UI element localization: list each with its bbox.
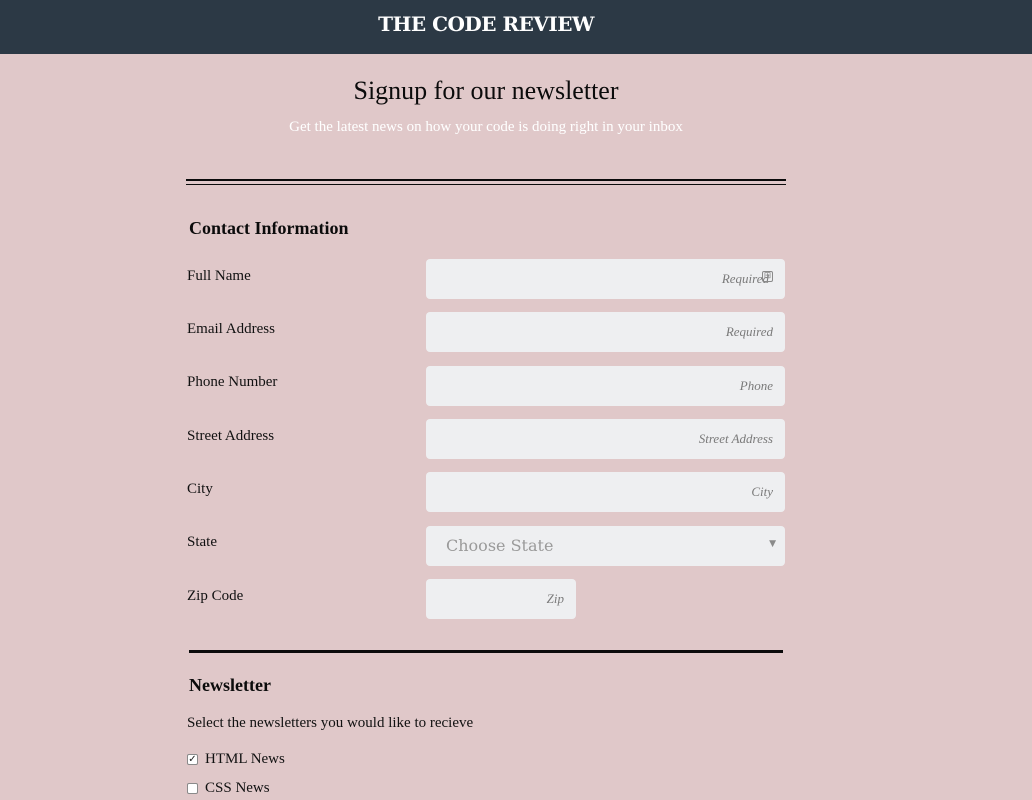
html-news-label[interactable]: HTML News — [205, 751, 285, 768]
page-subtitle: Get the latest news on how your code is … — [289, 119, 683, 135]
top-header: THE CODE REVIEW — [0, 0, 1032, 54]
brand-title[interactable]: THE CODE REVIEW — [0, 12, 972, 36]
full-name-label: Full Name — [187, 268, 251, 284]
page-title: Signup for our newsletter — [353, 76, 619, 105]
state-selected-value: Choose State — [446, 536, 554, 555]
street-input[interactable]: Street Address — [426, 419, 785, 459]
section-divider-top — [186, 179, 786, 181]
phone-input[interactable]: Phone — [426, 366, 785, 406]
email-label: Email Address — [187, 321, 275, 337]
zip-input[interactable]: Zip — [426, 579, 576, 619]
street-placeholder: Street Address — [698, 431, 773, 446]
street-label: Street Address — [187, 428, 275, 444]
zip-label: Zip Code — [187, 588, 244, 604]
css-news-label[interactable]: CSS News — [205, 780, 270, 797]
phone-placeholder: Phone — [739, 378, 773, 393]
section-divider — [189, 650, 783, 653]
chevron-down-icon: ▼ — [769, 539, 776, 549]
section-divider-top-thin — [186, 184, 786, 185]
newsletter-prompt: Select the newsletters you would like to… — [187, 715, 474, 731]
zip-placeholder: Zip — [546, 591, 564, 606]
css-news-checkbox[interactable] — [187, 783, 198, 794]
phone-label: Phone Number — [187, 374, 278, 390]
contact-section-title: Contact Information — [189, 218, 349, 238]
email-input[interactable]: Required — [426, 312, 785, 352]
city-input[interactable]: City — [426, 472, 785, 512]
newsletter-section-title: Newsletter — [189, 675, 271, 695]
full-name-input[interactable]: Required ⊞ — [426, 259, 785, 299]
html-news-checkbox[interactable]: ✓ — [187, 754, 198, 765]
city-label: City — [187, 481, 213, 497]
state-label: State — [187, 534, 217, 550]
autofill-icon[interactable]: ⊞ — [762, 271, 773, 282]
state-select[interactable]: Choose State ▼ — [426, 526, 785, 566]
city-placeholder: City — [751, 484, 773, 499]
email-placeholder: Required — [725, 324, 773, 339]
